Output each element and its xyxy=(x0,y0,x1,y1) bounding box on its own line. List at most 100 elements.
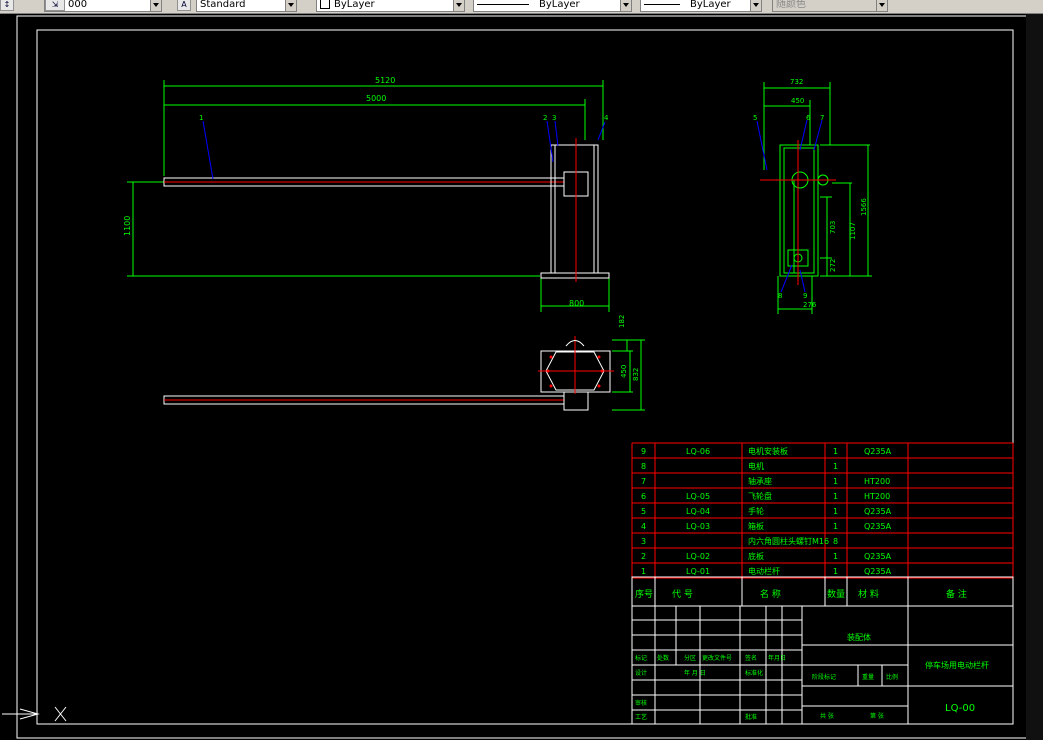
text-height-value: 000 xyxy=(68,0,88,10)
bom-cell-code: LQ-03 xyxy=(686,522,710,531)
chevron-down-icon[interactable] xyxy=(453,0,464,11)
tb-change-doc: 更改文件号 xyxy=(702,654,732,662)
color-swatch-icon xyxy=(320,0,330,9)
base-plate xyxy=(540,272,610,279)
bom-cell-no: 7 xyxy=(641,477,646,486)
bom-cell-code: LQ-02 xyxy=(686,552,710,561)
chevron-down-icon[interactable] xyxy=(876,0,887,11)
dim-h3: 1566 xyxy=(860,198,868,216)
linetype-value: ByLayer xyxy=(539,0,580,10)
linetype-combo[interactable]: ByLayer xyxy=(473,0,632,12)
bom-cell-qty: 1 xyxy=(833,477,838,486)
balloon-7: 7 xyxy=(820,114,824,122)
balloon-8: 8 xyxy=(778,292,782,300)
dim-base: 800 xyxy=(569,299,584,308)
plot-style-value: 随颜色 xyxy=(776,0,806,10)
bom-cell-code: LQ-06 xyxy=(686,447,710,456)
dim-width-inner: 450 xyxy=(791,97,804,105)
dim-h4: 272 xyxy=(829,259,837,272)
dim-d1: 182 xyxy=(618,315,626,328)
bom-cell-qty: 1 xyxy=(833,522,838,531)
bom-cell-no: 3 xyxy=(641,537,646,546)
tb-stage-mark: 阶段标记 xyxy=(812,673,836,681)
tb-zone: 分区 xyxy=(684,654,696,662)
bom-cell-no: 2 xyxy=(641,552,646,561)
bom-header-code: 代 号 xyxy=(672,589,693,600)
balloon-6: 6 xyxy=(806,114,811,122)
bom-cell-material: Q235A xyxy=(864,507,892,516)
chevron-down-icon[interactable] xyxy=(285,0,296,11)
bom-cell-name: 箱板 xyxy=(748,521,764,531)
bom-cell-name: 底板 xyxy=(748,551,764,561)
bom-cell-name: 手轮 xyxy=(748,506,764,516)
ucs-icon xyxy=(2,706,67,722)
tb-sheet: 第 张 xyxy=(870,712,884,720)
vertical-scrollbar[interactable] xyxy=(1026,14,1043,740)
tb-approve: 批准 xyxy=(745,713,757,721)
bom-header-qty: 数量 xyxy=(827,588,845,600)
bom-cell-name: 内六角圆柱头螺钉M16 xyxy=(748,536,829,546)
bom-cell-qty: 1 xyxy=(833,507,838,516)
bom-header-material: 材 料 xyxy=(858,588,879,600)
tb-review: 审核 xyxy=(635,699,647,707)
tb-count: 处数 xyxy=(657,654,669,662)
side-view: 732 450 703 1107 1566 272 276 5 6 7 8 9 xyxy=(753,78,872,314)
properties-toolbar: ↕ ⇲ 000 A Standard ByLayer ByLayer ByLaye… xyxy=(0,0,1043,14)
bom-cell-code: LQ-04 xyxy=(686,507,710,516)
lineweight-sample-icon xyxy=(644,3,680,5)
balloon-4: 4 xyxy=(604,114,609,122)
bom-header-note: 备 注 xyxy=(946,588,967,600)
bom-cell-qty: 1 xyxy=(833,492,838,501)
linetype-sample-icon xyxy=(477,3,529,5)
bom-cell-qty: 1 xyxy=(833,447,838,456)
bom-cell-name: 电机 xyxy=(748,461,764,471)
text-style-icon[interactable]: A xyxy=(177,0,191,11)
balloon-1: 1 xyxy=(199,114,203,122)
balloon-3: 3 xyxy=(552,114,556,122)
color-combo[interactable]: ByLayer xyxy=(316,0,465,12)
tb-std: 标准化 xyxy=(745,669,763,677)
bom-cell-material: HT200 xyxy=(864,492,890,501)
bom-cell-no: 8 xyxy=(641,462,646,471)
tb-mark: 标记 xyxy=(635,654,647,662)
color-value: ByLayer xyxy=(334,0,375,10)
dim-height: 1100 xyxy=(123,216,132,236)
chevron-down-icon[interactable] xyxy=(620,0,631,11)
top-view: 182 450 832 xyxy=(163,315,645,411)
bom-cell-name: 电机安装板 xyxy=(748,446,788,456)
bom-cell-name: 电动栏杆 xyxy=(748,566,780,576)
dim-d2: 450 xyxy=(620,365,628,378)
tb-process: 工艺 xyxy=(635,713,647,721)
drawing-canvas[interactable]: 5120 5000 1100 800 1 2 3 4 732 450 703 1… xyxy=(0,14,1026,740)
tb-weight: 重量 xyxy=(862,673,874,681)
tb-scale: 比例 xyxy=(886,673,898,681)
dim-length: 5000 xyxy=(366,94,386,103)
balloon-9: 9 xyxy=(803,292,807,300)
bom-cell-name: 飞轮盘 xyxy=(748,491,772,501)
plot-style-combo[interactable]: 随颜色 xyxy=(772,0,888,12)
drawing-number: LQ-00 xyxy=(945,703,975,714)
bom-cell-code: LQ-01 xyxy=(686,567,710,576)
text-style-combo[interactable]: Standard xyxy=(196,0,297,12)
bom-cell-no: 1 xyxy=(641,567,646,576)
bom-cell-no: 5 xyxy=(641,507,646,516)
bom-cell-material: Q235A xyxy=(864,567,892,576)
dim-style-icon[interactable]: ↕ xyxy=(0,0,14,11)
bom-cell-qty: 8 xyxy=(833,537,838,546)
lineweight-combo[interactable]: ByLayer xyxy=(640,0,762,12)
dim-d3: 832 xyxy=(632,368,640,381)
dim-h1: 703 xyxy=(829,221,837,234)
text-style-value: Standard xyxy=(200,0,246,10)
chevron-down-icon[interactable] xyxy=(750,0,761,11)
bom-cell-no: 6 xyxy=(641,492,646,501)
chevron-down-icon[interactable] xyxy=(150,0,161,11)
bom-table: 9 LQ-06 电机安装板 1 Q235A 8 电机 1 7 轴承座 1 HT200 6 LQ-05 飞轮盘… xyxy=(631,442,1014,600)
text-height-combo[interactable]: ⇲ 000 xyxy=(44,0,162,12)
tb-sheets: 共 张 xyxy=(820,712,834,720)
balloon-2: 2 xyxy=(543,114,547,122)
bom-cell-qty: 1 xyxy=(833,552,838,561)
housing-box xyxy=(550,144,599,274)
drawing-title: 停车场用电动栏杆 xyxy=(925,660,989,670)
tb-date2: 年 月 日 xyxy=(684,669,706,677)
bom-header-no: 序号 xyxy=(635,588,653,600)
